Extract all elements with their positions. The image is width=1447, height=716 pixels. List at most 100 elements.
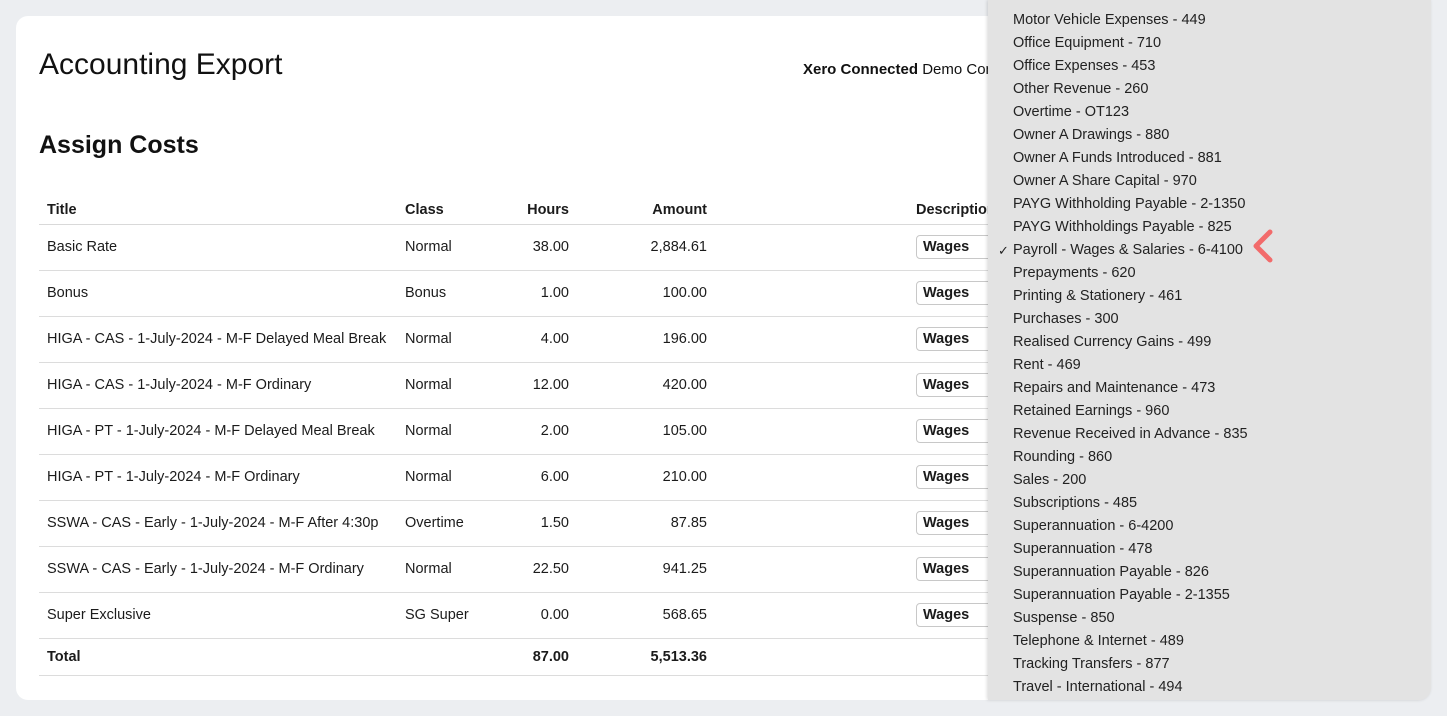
row-title: SSWA - CAS - Early - 1-July-2024 - M-F O… xyxy=(39,546,397,593)
header-spacer xyxy=(715,196,908,225)
dropdown-option[interactable]: Superannuation - 478 xyxy=(988,538,1431,561)
dropdown-option[interactable]: ✓ Payroll - Wages & Salaries - 6-4100 xyxy=(988,239,1431,262)
dropdown-option[interactable]: Superannuation Payable - 2-1355 xyxy=(988,584,1431,607)
row-spacer xyxy=(715,408,908,455)
dropdown-option[interactable]: Travel - International - 494 xyxy=(988,676,1431,699)
dropdown-option-label: Travel - International - 494 xyxy=(1013,679,1183,695)
dropdown-option[interactable]: Realised Currency Gains - 499 xyxy=(988,331,1431,354)
dropdown-option[interactable]: Revenue Received in Advance - 835 xyxy=(988,423,1431,446)
table-row: HIGA - PT - 1-July-2024 - M-F Delayed Me… xyxy=(39,408,1139,455)
row-hours: 1.00 xyxy=(507,270,577,317)
dropdown-option[interactable]: Overtime - OT123 xyxy=(988,101,1431,124)
dropdown-option[interactable]: Office Equipment - 710 xyxy=(988,32,1431,55)
dropdown-option-label: Superannuation - 478 xyxy=(1013,541,1153,557)
row-title: SSWA - CAS - Early - 1-July-2024 - M-F A… xyxy=(39,500,397,547)
dropdown-option-label: Owner A Share Capital - 970 xyxy=(1013,173,1197,189)
dropdown-option-label: Subscriptions - 485 xyxy=(1013,495,1138,511)
dropdown-option-label: Suspense - 850 xyxy=(1013,610,1115,626)
dropdown-option-label: Revenue Received in Advance - 835 xyxy=(1013,426,1248,442)
dropdown-option-label: Prepayments - 620 xyxy=(1013,265,1136,281)
table-row: HIGA - PT - 1-July-2024 - M-F Ordinary No… xyxy=(39,454,1139,501)
row-title: HIGA - CAS - 1-July-2024 - M-F Ordinary xyxy=(39,362,397,409)
row-hours: 22.50 xyxy=(507,546,577,593)
header-class: Class xyxy=(397,196,507,225)
dropdown-option[interactable]: Owner A Drawings - 880 xyxy=(988,124,1431,147)
row-amount: 196.00 xyxy=(577,316,715,363)
row-amount: 568.65 xyxy=(577,592,715,639)
row-class: SG Super xyxy=(397,592,507,639)
row-spacer xyxy=(715,270,908,317)
dropdown-option-label: PAYG Withholdings Payable - 825 xyxy=(1013,219,1232,235)
dropdown-option-label: Repairs and Maintenance - 473 xyxy=(1013,380,1216,396)
dropdown-option[interactable]: Sales - 200 xyxy=(988,469,1431,492)
dropdown-option[interactable]: Office Expenses - 453 xyxy=(988,55,1431,78)
dropdown-option-label: Realised Currency Gains - 499 xyxy=(1013,334,1212,350)
row-title: HIGA - PT - 1-July-2024 - M-F Delayed Me… xyxy=(39,408,397,455)
connection-status: Xero Connected Demo Com xyxy=(803,61,998,78)
dropdown-options-list: Motor Vehicle Expenses - 449 Office Equip… xyxy=(988,9,1431,699)
total-spacer xyxy=(715,638,908,676)
dropdown-option-label: Rent - 469 xyxy=(1013,357,1081,373)
row-title: Super Exclusive xyxy=(39,592,397,639)
dropdown-option-label: Superannuation Payable - 2-1355 xyxy=(1013,587,1230,603)
row-hours: 4.00 xyxy=(507,316,577,363)
row-amount: 87.85 xyxy=(577,500,715,547)
dropdown-option-label: Superannuation - 6-4200 xyxy=(1013,518,1174,534)
dropdown-option[interactable]: Purchases - 300 xyxy=(988,308,1431,331)
header-title: Title xyxy=(39,196,397,225)
row-class: Normal xyxy=(397,362,507,409)
dropdown-option-label: PAYG Withholding Payable - 2-1350 xyxy=(1013,196,1246,212)
dropdown-option-label: Office Expenses - 453 xyxy=(1013,58,1156,74)
dropdown-option-label: Telephone & Internet - 489 xyxy=(1013,633,1184,649)
row-amount: 210.00 xyxy=(577,454,715,501)
dropdown-option[interactable]: Retained Earnings - 960 xyxy=(988,400,1431,423)
dropdown-option[interactable]: Other Revenue - 260 xyxy=(988,78,1431,101)
dropdown-option-label: Owner A Drawings - 880 xyxy=(1013,127,1170,143)
dropdown-option[interactable]: Subscriptions - 485 xyxy=(988,492,1431,515)
dropdown-option[interactable]: Superannuation - 6-4200 xyxy=(988,515,1431,538)
table-row: Bonus Bonus 1.00 100.00 Wages xyxy=(39,270,1139,317)
dropdown-option[interactable]: Rent - 469 xyxy=(988,354,1431,377)
dropdown-option[interactable]: Owner A Funds Introduced - 881 xyxy=(988,147,1431,170)
total-label: Total xyxy=(39,638,397,676)
table-row: SSWA - CAS - Early - 1-July-2024 - M-F A… xyxy=(39,500,1139,547)
row-hours: 12.00 xyxy=(507,362,577,409)
dropdown-option-label: Rounding - 860 xyxy=(1013,449,1113,465)
row-spacer xyxy=(715,454,908,501)
row-title: HIGA - CAS - 1-July-2024 - M-F Delayed M… xyxy=(39,316,397,363)
header-hours: Hours xyxy=(507,196,577,225)
row-hours: 1.50 xyxy=(507,500,577,547)
dropdown-option[interactable]: Tracking Transfers - 877 xyxy=(988,653,1431,676)
dropdown-option-label: Owner A Funds Introduced - 881 xyxy=(1013,150,1222,166)
table-row: SSWA - CAS - Early - 1-July-2024 - M-F O… xyxy=(39,546,1139,593)
dropdown-option[interactable]: Superannuation Payable - 826 xyxy=(988,561,1431,584)
dropdown-option-label: Purchases - 300 xyxy=(1013,311,1119,327)
row-hours: 0.00 xyxy=(507,592,577,639)
account-dropdown-menu[interactable]: Motor Vehicle Expenses - 449 Office Equip… xyxy=(988,0,1431,700)
row-spacer xyxy=(715,500,908,547)
dropdown-option[interactable]: PAYG Withholdings Payable - 825 xyxy=(988,216,1431,239)
row-title: Basic Rate xyxy=(39,224,397,271)
row-class: Normal xyxy=(397,454,507,501)
dropdown-option[interactable]: PAYG Withholding Payable - 2-1350 xyxy=(988,193,1431,216)
table-header-row: Title Class Hours Amount Description xyxy=(39,196,1139,225)
checkmark-icon: ✓ xyxy=(998,243,1009,258)
dropdown-option[interactable]: Rounding - 860 xyxy=(988,446,1431,469)
dropdown-option[interactable]: Telephone & Internet - 489 xyxy=(988,630,1431,653)
row-amount: 941.25 xyxy=(577,546,715,593)
dropdown-option[interactable]: Repairs and Maintenance - 473 xyxy=(988,377,1431,400)
row-class: Bonus xyxy=(397,270,507,317)
dropdown-option[interactable]: Printing & Stationery - 461 xyxy=(988,285,1431,308)
dropdown-option-label: Printing & Stationery - 461 xyxy=(1013,288,1183,304)
dropdown-option[interactable]: Motor Vehicle Expenses - 449 xyxy=(988,9,1431,32)
connection-org: Demo Com xyxy=(922,61,999,78)
dropdown-option[interactable]: Suspense - 850 xyxy=(988,607,1431,630)
dropdown-option-label: Sales - 200 xyxy=(1013,472,1087,488)
total-amount: 5,513.36 xyxy=(577,638,715,676)
dropdown-option[interactable]: Owner A Share Capital - 970 xyxy=(988,170,1431,193)
dropdown-option-label: Superannuation Payable - 826 xyxy=(1013,564,1209,580)
dropdown-option[interactable]: Prepayments - 620 xyxy=(988,262,1431,285)
row-class: Normal xyxy=(397,546,507,593)
row-hours: 38.00 xyxy=(507,224,577,271)
row-class: Normal xyxy=(397,408,507,455)
